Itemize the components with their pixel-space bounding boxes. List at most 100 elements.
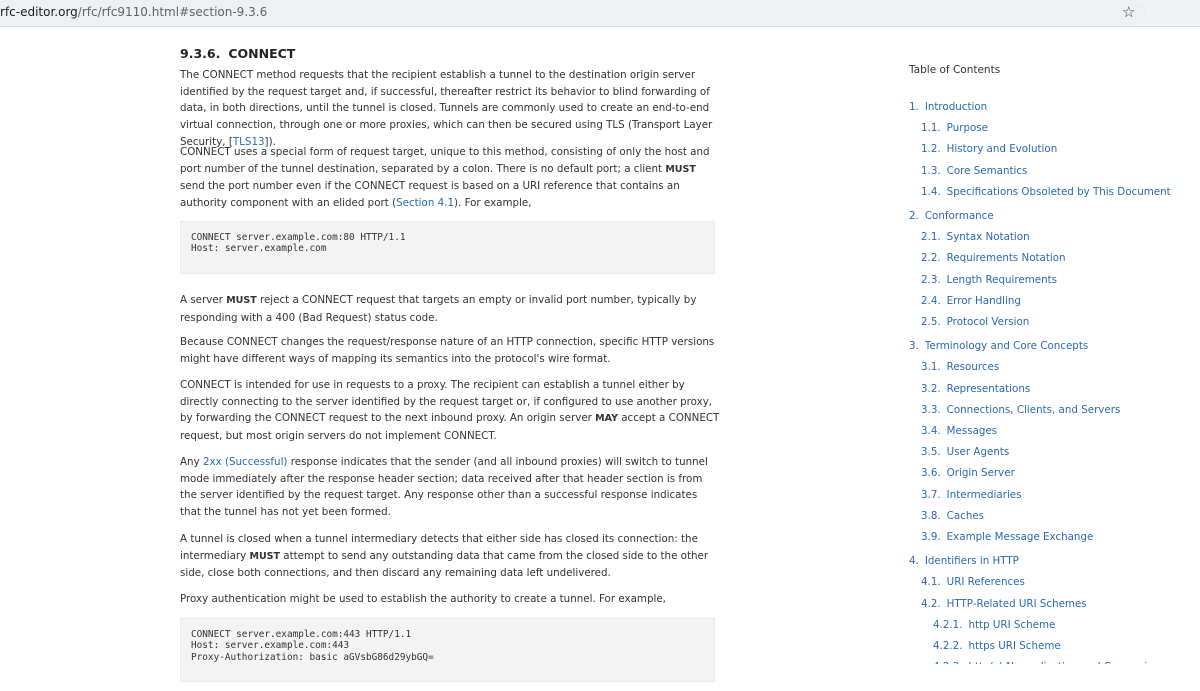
browser-toolbar: rfc-editor.org/rfc/rfc9110.html#section-…	[0, 0, 1200, 27]
toc-item-label: URI References	[946, 576, 1025, 589]
paragraph-1: The CONNECT method requests that the rec…	[180, 69, 713, 148]
toc-item-number: 3.5.	[921, 446, 941, 459]
toc-item[interactable]: 3.6. Origin Server	[921, 466, 1015, 480]
url-path: /rfc/rfc9110.html#section-9.3.6	[77, 5, 268, 19]
toc-item-label: Protocol Version	[946, 316, 1030, 328]
toc-item-number: 3.	[909, 340, 919, 353]
paragraph-8: Proxy authentication might be used to es…	[180, 593, 666, 605]
toc-item-number: 3.1.	[921, 361, 941, 374]
toc-item-label: Identifiers in HTTP	[924, 555, 1019, 568]
toc-item[interactable]: 4.2.2. https URI Scheme	[933, 639, 1061, 653]
toc-item[interactable]: 4.2.3. http(s) Normalization and Comparis…	[933, 660, 1165, 664]
toc-item-number: 1.3.	[921, 164, 941, 177]
toc-item-label: Representations	[946, 382, 1031, 395]
toc-item[interactable]: 3.1. Resources	[921, 360, 999, 374]
section-title: CONNECT	[228, 46, 296, 61]
toc-item-number: 2.2.	[921, 252, 941, 265]
toc-item[interactable]: 1.2. History and Evolution	[921, 142, 1057, 156]
toc-item[interactable]: 2.2. Requirements Notation	[921, 251, 1066, 265]
p3-text-b: reject a CONNECT request that targets an…	[180, 294, 697, 324]
section-number: 9.3.6.	[180, 46, 221, 61]
toc-item-number: 1.2.	[921, 143, 941, 156]
toc-item[interactable]: 2.4. Error Handling	[921, 294, 1021, 308]
toc-item-number: 3.6.	[921, 467, 941, 480]
toc-item[interactable]: 3.7. Intermediaries	[921, 488, 1022, 502]
toc-item-number: 4.	[909, 555, 919, 568]
toc-item-label: Requirements Notation	[946, 252, 1066, 265]
toc-item-number: 1.4.	[921, 185, 941, 198]
toc-item[interactable]: 3.3. Connections, Clients, and Servers	[921, 403, 1120, 417]
toc-item-number: 1.1.	[921, 122, 941, 135]
p6-text-a: Any	[180, 456, 203, 468]
toc-item-number: 4.2.	[921, 597, 941, 610]
toc-item-label: History and Evolution	[946, 143, 1058, 156]
toc-item[interactable]: 2.5. Protocol Version	[921, 315, 1029, 329]
toc-item[interactable]: 4.2. HTTP-Related URI Schemes	[921, 597, 1087, 611]
toc-item[interactable]: 4.2.1. http URI Scheme	[933, 618, 1055, 632]
paragraph-3: A server MUST reject a CONNECT request t…	[180, 292, 720, 326]
2xx-successful-link[interactable]: 2xx (Successful)	[203, 456, 288, 468]
toc-item[interactable]: 3.8. Caches	[921, 509, 984, 523]
toc-item[interactable]: 2.1. Syntax Notation	[921, 230, 1030, 244]
code-block-2[interactable]: CONNECT server.example.com:443 HTTP/1.1 …	[180, 618, 715, 682]
toc-item-label: http(s) Normalization and Comparison	[968, 661, 1165, 664]
toc-item-label: Error Handling	[946, 294, 1021, 307]
toc-item[interactable]: 1. Introduction	[909, 100, 987, 114]
toc-item-label: Terminology and Core Concepts	[924, 340, 1089, 353]
toc-item[interactable]: 3.4. Messages	[921, 424, 997, 438]
toc-item[interactable]: 1.1. Purpose	[921, 121, 988, 135]
toc-item[interactable]: 4.1. URI References	[921, 575, 1025, 589]
toc-item-number: 2.1.	[921, 231, 941, 244]
paragraph-2: CONNECT uses a special form of request t…	[180, 144, 720, 212]
toc-item[interactable]: 2.3. Length Requirements	[921, 273, 1057, 287]
toc-item-number: 3.9.	[921, 531, 941, 543]
code-block-1[interactable]: CONNECT server.example.com:80 HTTP/1.1 H…	[180, 221, 715, 274]
toc-item-number: 3.8.	[921, 509, 941, 522]
toc-item[interactable]: 3.9. Example Message Exchange	[921, 530, 1093, 544]
url-text[interactable]: rfc-editor.org/rfc/rfc9110.html#section-…	[0, 5, 267, 19]
toc-item-number: 3.3.	[921, 403, 941, 416]
p2-text-a: CONNECT uses a special form of request t…	[180, 146, 710, 175]
table-of-contents: Table of Contents 1. Introduction 1.1. Purp…	[909, 64, 1194, 664]
toc-item[interactable]: 4. Identifiers in HTTP	[909, 554, 1019, 568]
paragraph-7: A tunnel is closed when a tunnel interme…	[180, 531, 720, 582]
toc-item-label: Core Semantics	[946, 164, 1028, 177]
toc-item-label: Conformance	[924, 210, 994, 222]
toc-item-label: Intermediaries	[946, 488, 1022, 501]
keyword-must: MUST	[249, 550, 280, 562]
toc-item-number: 3.2.	[921, 382, 941, 395]
toc-item[interactable]: 3. Terminology and Core Concepts	[909, 339, 1088, 353]
url-host: rfc-editor.org	[0, 5, 78, 19]
toc-item-label: Example Message Exchange	[946, 531, 1094, 543]
p2-text-c: ). For example,	[454, 197, 532, 210]
toc-item-number: 3.4.	[921, 425, 941, 437]
toc-item-label: Length Requirements	[946, 273, 1058, 286]
toc-item-label: Messages	[946, 425, 998, 437]
toc-item-number: 4.2.2.	[933, 640, 963, 652]
toc-item-number: 2.5.	[921, 316, 941, 328]
toc-item[interactable]: 3.5. User Agents	[921, 445, 1009, 459]
toc-item-label: Origin Server	[946, 467, 1015, 480]
toc-item[interactable]: 2. Conformance	[909, 209, 994, 223]
star-icon[interactable]: ☆	[1122, 3, 1135, 21]
toc-item[interactable]: 1.3. Core Semantics	[921, 164, 1027, 178]
toc-item-label: https URI Scheme	[968, 640, 1061, 652]
toc-item-label: Introduction	[924, 101, 988, 113]
toc-item-number: 3.7.	[921, 488, 941, 501]
address-bar[interactable]: rfc-editor.org/rfc/rfc9110.html#section-…	[0, 0, 1146, 25]
section-heading[interactable]: 9.3.6. CONNECT	[180, 46, 295, 61]
toc-item-number: 1.	[909, 101, 919, 113]
toc-item-label: Syntax Notation	[946, 231, 1030, 244]
paragraph-5: CONNECT is intended for use in requests …	[180, 377, 720, 445]
p3-text-a: A server	[180, 294, 227, 306]
toc-item[interactable]: 1.4. Specifications Obsoleted by This Doc…	[921, 185, 1171, 199]
toc-item-label: http URI Scheme	[968, 618, 1056, 631]
toc-item-label: Specifications Obsoleted by This Documen…	[946, 185, 1171, 198]
toc-item[interactable]: 3.2. Representations	[921, 382, 1030, 396]
section-4-1-link[interactable]: Section 4.1	[396, 197, 454, 209]
toc-item-number: 2.3.	[921, 273, 941, 286]
toc-item-label: User Agents	[946, 446, 1010, 459]
paragraph-4: Because CONNECT changes the request/resp…	[180, 336, 715, 365]
toc-item-label: Resources	[946, 361, 1000, 374]
keyword-may: MAY	[595, 413, 618, 425]
